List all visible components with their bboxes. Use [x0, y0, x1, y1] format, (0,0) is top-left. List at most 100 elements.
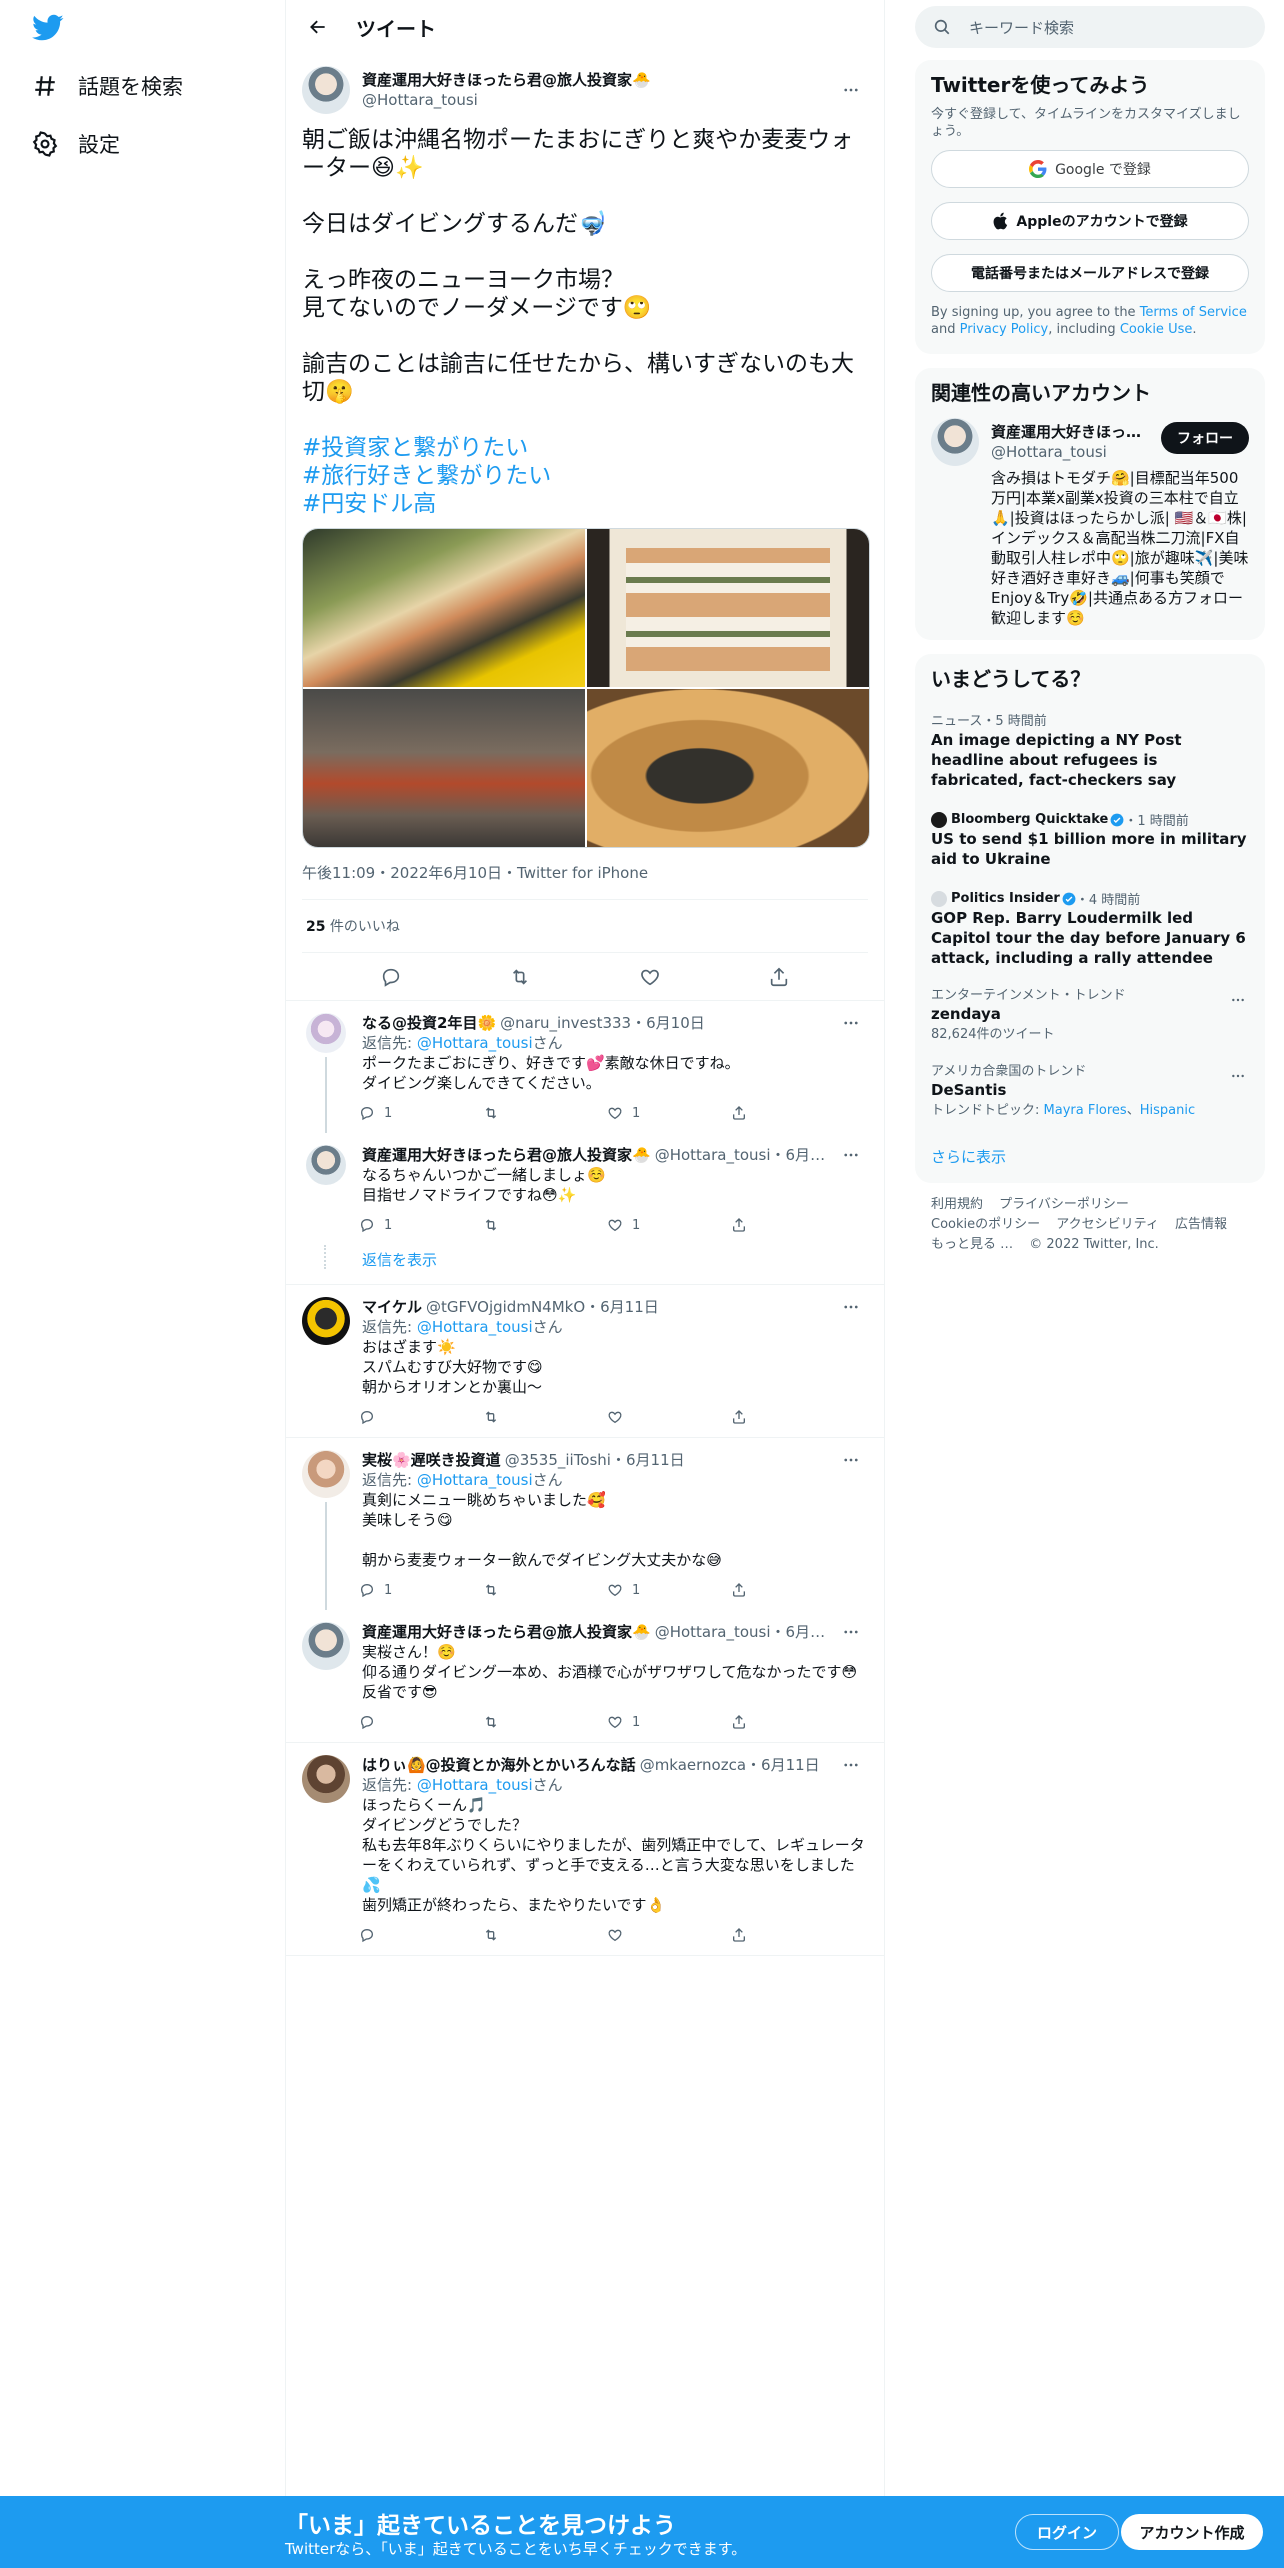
follow-button[interactable]: フォロー — [1161, 422, 1249, 454]
reply-display-name[interactable]: 資産運用大好きほったら君@旅人投資家🐣 — [362, 1622, 651, 1642]
tweet-photo[interactable] — [303, 689, 585, 847]
related-account[interactable]: 資産運用大好きほったら君@旅人投資家🐣 @Hottara_tousi フォロー … — [915, 418, 1265, 628]
like-heart-icon[interactable] — [633, 960, 667, 994]
twitter-logo-icon[interactable] — [32, 14, 64, 42]
reply-meta[interactable]: @tGFVOjgidmN4MkO・6月11日 — [426, 1297, 834, 1317]
retweet-button[interactable] — [480, 1406, 604, 1428]
reply-tweet[interactable]: はりぃ🙆@投資とか海外とかいろんな話 @mkaernozca・6月11日 返信先:… — [286, 1743, 884, 1955]
reply-button[interactable]: 1 — [356, 1102, 480, 1124]
more-options-icon[interactable] — [834, 1755, 868, 1775]
nav-explore[interactable]: 話題を検索 — [22, 58, 183, 114]
mention-link[interactable]: @Hottara_tousi — [417, 1776, 533, 1794]
tweet-photo[interactable] — [587, 529, 869, 687]
trend-item[interactable]: Politics Insider ・4 時間前 GOP Rep. Barry Lo… — [915, 879, 1265, 978]
google-signup-button[interactable]: Google で登録 — [931, 150, 1249, 188]
more-options-icon[interactable] — [834, 73, 868, 107]
avatar[interactable] — [302, 66, 350, 114]
reply-meta[interactable]: @naru_invest333・6月10日 — [500, 1013, 834, 1033]
hashtag-link[interactable]: #円安ドル高 — [302, 490, 868, 518]
tweet-photo[interactable] — [587, 689, 869, 847]
related-display-name[interactable]: 資産運用大好きほったら君@旅人投資家🐣 — [991, 422, 1155, 442]
share-button[interactable] — [728, 1711, 852, 1733]
more-options-icon[interactable] — [834, 1622, 868, 1642]
more-options-icon[interactable] — [1221, 990, 1255, 1010]
avatar[interactable] — [302, 1450, 350, 1498]
reply-display-name[interactable]: なる@投資2年目🌼 — [362, 1013, 496, 1033]
like-button[interactable] — [604, 1924, 728, 1946]
retweet-button[interactable] — [480, 1711, 604, 1733]
trend-item[interactable]: エンターテインメント・トレンド zendaya 82,624件のツイート — [915, 978, 1265, 1054]
reply-display-name[interactable]: 実桜🌸遅咲き投資道 — [362, 1450, 501, 1470]
trend-topic-link[interactable]: Hispanic — [1140, 1103, 1195, 1118]
reply-meta[interactable]: @Hottara_tousi・6月10日 — [655, 1145, 834, 1165]
reply-meta[interactable]: @mkaernozca・6月11日 — [640, 1755, 834, 1775]
footer-link[interactable]: 利用規約 — [931, 1197, 983, 1212]
show-replies-link[interactable]: 返信を表示 — [286, 1245, 884, 1284]
retweet-icon[interactable] — [503, 960, 537, 994]
apple-signup-button[interactable]: Appleのアカウントで登録 — [931, 202, 1249, 240]
reply-icon[interactable] — [374, 960, 408, 994]
like-button[interactable]: 1 — [604, 1102, 728, 1124]
retweet-button[interactable] — [480, 1924, 604, 1946]
phone-email-signup-button[interactable]: 電話番号またはメールアドレスで登録 — [931, 254, 1249, 292]
reply-meta[interactable]: @3535_iiToshi・6月11日 — [505, 1450, 834, 1470]
privacy-policy-link[interactable]: Privacy Policy — [960, 322, 1049, 337]
mention-link[interactable]: @Hottara_tousi — [417, 1318, 533, 1336]
like-button[interactable]: 1 — [604, 1579, 728, 1601]
more-options-icon[interactable] — [834, 1450, 868, 1470]
reply-tweet[interactable]: 資産運用大好きほったら君@旅人投資家🐣 @Hottara_tousi・6月11日 … — [286, 1610, 884, 1742]
mention-link[interactable]: @Hottara_tousi — [417, 1034, 533, 1052]
share-button[interactable] — [728, 1579, 852, 1601]
avatar[interactable] — [302, 1297, 350, 1345]
reply-button[interactable] — [356, 1924, 480, 1946]
related-username[interactable]: @Hottara_tousi — [991, 442, 1155, 462]
reply-tweet[interactable]: マイケル @tGFVOjgidmN4MkO・6月11日 返信先: @Hottara… — [286, 1285, 884, 1437]
likes-count[interactable]: 25 件のいいね — [302, 900, 868, 953]
reply-tweet[interactable]: 実桜🌸遅咲き投資道 @3535_iiToshi・6月11日 返信先: @Hotta… — [286, 1438, 884, 1610]
tweet-timestamp[interactable]: 午後11:09・2022年6月10日・Twitter for iPhone — [302, 848, 868, 900]
like-button[interactable]: 1 — [604, 1214, 728, 1236]
author-username[interactable]: @Hottara_tousi — [362, 90, 834, 110]
create-account-button[interactable]: アカウント作成 — [1121, 2514, 1263, 2550]
trend-item[interactable]: Bloomberg Quicktake ・1 時間前 US to send $1 … — [915, 800, 1265, 879]
footer-link[interactable]: アクセシビリティ — [1056, 1217, 1159, 1232]
footer-link[interactable]: もっと見る … — [931, 1237, 1013, 1252]
retweet-button[interactable] — [480, 1214, 604, 1236]
like-button[interactable] — [604, 1406, 728, 1428]
reply-tweet[interactable]: なる@投資2年目🌼 @naru_invest333・6月10日 返信先: @Hot… — [286, 1001, 884, 1133]
mention-link[interactable]: @Hottara_tousi — [417, 1471, 533, 1489]
cookie-use-link[interactable]: Cookie Use — [1120, 322, 1193, 337]
avatar[interactable] — [302, 1755, 350, 1803]
reply-button[interactable] — [356, 1711, 480, 1733]
reply-display-name[interactable]: マイケル — [362, 1297, 422, 1317]
more-options-icon[interactable] — [834, 1145, 868, 1165]
retweet-button[interactable] — [480, 1102, 604, 1124]
reply-display-name[interactable]: 資産運用大好きほったら君@旅人投資家🐣 — [362, 1145, 651, 1165]
reply-tweet[interactable]: 資産運用大好きほったら君@旅人投資家🐣 @Hottara_tousi・6月10日 … — [286, 1133, 884, 1245]
retweet-button[interactable] — [480, 1579, 604, 1601]
avatar[interactable] — [302, 1622, 350, 1670]
reply-button[interactable] — [356, 1406, 480, 1428]
show-more-trends-link[interactable]: さらに表示 — [915, 1130, 1265, 1183]
more-options-icon[interactable] — [834, 1297, 868, 1317]
avatar[interactable] — [306, 1145, 346, 1185]
trend-item[interactable]: ニュース・5 時間前 An image depicting a NY Post … — [915, 704, 1265, 800]
share-button[interactable] — [728, 1924, 852, 1946]
avatar[interactable] — [306, 1013, 346, 1053]
back-arrow-icon[interactable] — [300, 9, 336, 45]
share-button[interactable] — [728, 1102, 852, 1124]
terms-of-service-link[interactable]: Terms of Service — [1140, 305, 1247, 320]
footer-link[interactable]: プライバシーポリシー — [999, 1197, 1129, 1212]
footer-link[interactable]: 広告情報 — [1175, 1217, 1227, 1232]
reply-meta[interactable]: @Hottara_tousi・6月11日 — [655, 1622, 834, 1642]
hashtag-link[interactable]: #旅行好きと繋がりたい — [302, 462, 868, 490]
trend-item[interactable]: アメリカ合衆国のトレンド DeSantis トレンドトピック: Mayra Fl… — [915, 1054, 1265, 1130]
search-box[interactable]: キーワード検索 — [915, 6, 1265, 48]
trend-topic-link[interactable]: Mayra Flores — [1044, 1103, 1127, 1118]
share-button[interactable] — [728, 1406, 852, 1428]
more-options-icon[interactable] — [1221, 1066, 1255, 1086]
nav-settings[interactable]: 設定 — [22, 116, 120, 172]
reply-display-name[interactable]: はりぃ🙆@投資とか海外とかいろんな話 — [362, 1755, 636, 1775]
more-options-icon[interactable] — [834, 1013, 868, 1033]
hashtag-link[interactable]: #投資家と繋がりたい — [302, 434, 868, 462]
